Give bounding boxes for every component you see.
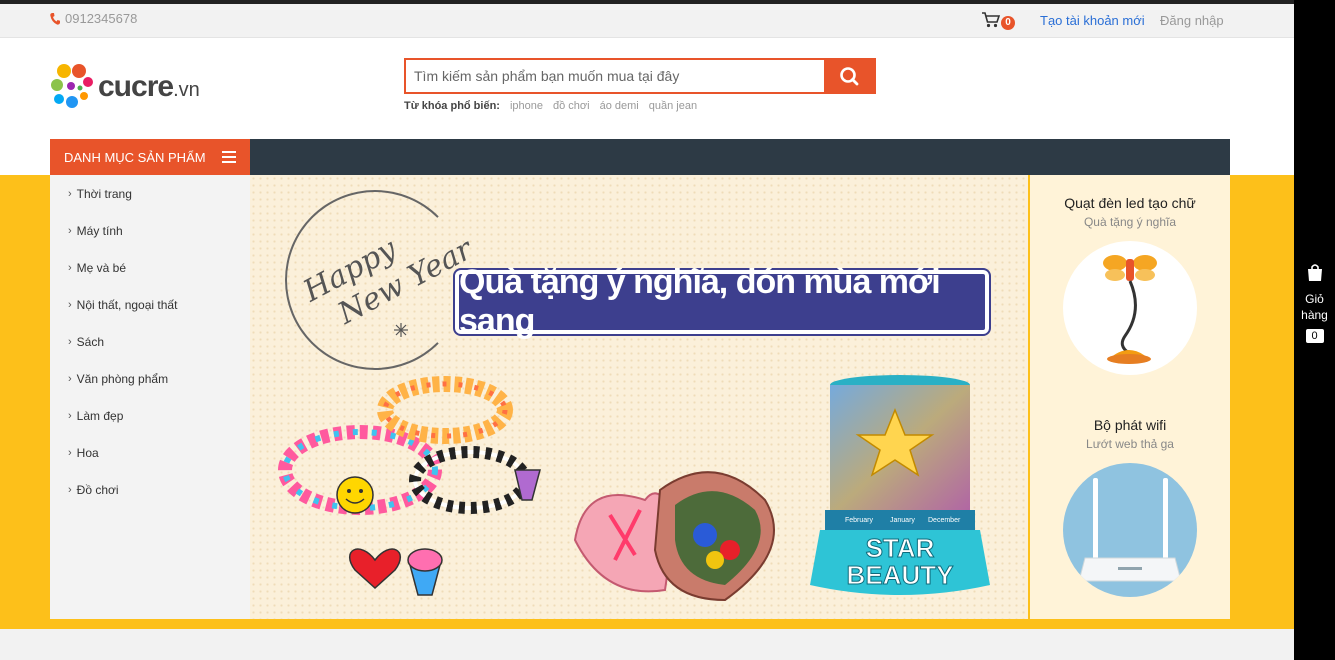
chevron-right-icon: ›	[68, 261, 72, 274]
phone-icon	[50, 12, 60, 25]
category-label: Sách	[76, 334, 105, 349]
calendar-month: January	[890, 517, 915, 524]
category-label: Mẹ và bé	[76, 260, 127, 275]
keyword-link[interactable]: đồ chơi	[553, 100, 590, 112]
projector-text-beauty: BEAUTY	[847, 560, 954, 590]
hamburger-icon	[222, 151, 236, 163]
top-bar: 0912345678 0 Tạo tài khoản mới Đăng nhập	[0, 0, 1294, 38]
popular-keywords-label: Từ khóa phổ biến:	[404, 100, 500, 112]
category-item[interactable]: › Thời trang	[50, 175, 250, 212]
search-bar	[404, 58, 876, 94]
led-fan-image	[1103, 255, 1157, 364]
snowflake-icon	[394, 323, 408, 337]
hotline: 0912345678	[50, 11, 137, 26]
login-link[interactable]: Đăng nhập	[1160, 13, 1224, 28]
banner-headline-box: Quà tặng ý nghĩa, đón mùa mới sang	[455, 263, 989, 340]
wifi-router-image	[1078, 478, 1182, 582]
chevron-right-icon: ›	[68, 335, 72, 348]
featured-products: Quạt đèn led tạo chữ Quà tặng ý nghĩa Bộ…	[1030, 175, 1230, 619]
product-subtitle: Quà tặng ý nghĩa	[1083, 215, 1177, 229]
chevron-right-icon: ›	[68, 409, 72, 422]
category-item[interactable]: › Mẹ và bé	[50, 249, 250, 286]
product-image	[1063, 241, 1197, 375]
chevron-right-icon: ›	[68, 298, 72, 311]
hero-banner[interactable]: Happy New Year Quà tặng ý nghĩa, đón mùa…	[250, 175, 1028, 619]
chevron-right-icon: ›	[68, 446, 72, 459]
projector-text-star: STAR	[866, 533, 935, 563]
featured-product-card[interactable]: Bộ phát wifi Lướt web thả ga	[1030, 417, 1230, 597]
category-item[interactable]: › Máy tính	[50, 212, 250, 249]
category-item[interactable]: › Nội thất, ngoại thất	[50, 286, 250, 323]
logo-dots-icon	[51, 64, 93, 108]
floating-cart-count: 0	[1305, 329, 1324, 343]
chevron-right-icon: ›	[68, 483, 72, 496]
star-beauty-projector-image: STAR BEAUTY February January December	[810, 375, 990, 595]
floating-cart-button[interactable]: Giỏ hàng 0	[1294, 262, 1335, 343]
category-item[interactable]: › Văn phòng phẩm	[50, 360, 250, 397]
search-input[interactable]	[406, 60, 824, 92]
site-logo[interactable]: cucre.vn	[50, 62, 200, 112]
category-label: Nội thất, ngoại thất	[76, 297, 178, 312]
category-label: Hoa	[76, 445, 99, 460]
chevron-right-icon: ›	[68, 187, 72, 200]
footer-strip	[0, 629, 1294, 660]
main-navbar: DANH MỤC SẢN PHẨM	[50, 139, 1230, 175]
register-link[interactable]: Tạo tài khoản mới	[1040, 13, 1145, 28]
category-label: Đồ chơi	[76, 482, 119, 497]
category-item[interactable]: › Làm đẹp	[50, 397, 250, 434]
keyword-link[interactable]: quần jean	[649, 100, 697, 112]
header-cart[interactable]: 0	[982, 12, 1015, 33]
calendar-month: February	[845, 517, 874, 524]
cart-count-badge: 0	[1001, 15, 1015, 30]
category-item[interactable]: › Đồ chơi	[50, 471, 250, 508]
product-name: Quạt đèn led tạo chữ	[1064, 195, 1196, 211]
banner-headline: Quà tặng ý nghĩa, đón mùa mới sang	[459, 263, 941, 340]
cart-icon	[982, 12, 1001, 33]
featured-product-card[interactable]: Quạt đèn led tạo chữ Quà tặng ý nghĩa	[1030, 195, 1230, 375]
category-menu-toggle[interactable]: DANH MỤC SẢN PHẨM	[50, 139, 250, 175]
category-label: Văn phòng phẩm	[76, 371, 169, 386]
product-image	[1063, 463, 1197, 597]
product-name: Bộ phát wifi	[1093, 417, 1167, 433]
calendar-month: December	[928, 517, 961, 524]
shopping-bag-icon	[1307, 264, 1322, 281]
chevron-right-icon: ›	[68, 224, 72, 237]
search-icon	[840, 67, 859, 86]
category-header-label: DANH MỤC SẢN PHẨM	[64, 149, 206, 165]
category-menu: › Thời trang › Máy tính › Mẹ và bé › Nội thấ…	[50, 175, 250, 619]
category-label: Máy tính	[76, 223, 123, 238]
phone-number: 0912345678	[65, 11, 138, 26]
category-label: Thời trang	[76, 186, 132, 201]
keyword-link[interactable]: áo demi	[600, 100, 639, 112]
page: 0912345678 0 Tạo tài khoản mới Đăng nhập…	[0, 0, 1335, 660]
keyword-link[interactable]: iphone	[510, 100, 543, 112]
floating-cart-label: Giỏ hàng	[1301, 292, 1328, 322]
product-subtitle: Lướt web thả ga	[1086, 437, 1174, 451]
logo-wordmark: cucre.vn	[98, 70, 200, 103]
chevron-right-icon: ›	[68, 372, 72, 385]
loom-bracelets-image	[278, 376, 541, 596]
popular-keywords: Từ khóa phổ biến: iphone đồ chơi áo demi…	[404, 100, 697, 112]
gift-boxes-image	[573, 471, 775, 602]
category-item[interactable]: › Hoa	[50, 434, 250, 471]
category-label: Làm đẹp	[76, 408, 124, 423]
search-button[interactable]	[824, 60, 874, 92]
floating-sidebar: Giỏ hàng 0	[1294, 0, 1335, 660]
category-item[interactable]: › Sách	[50, 323, 250, 360]
